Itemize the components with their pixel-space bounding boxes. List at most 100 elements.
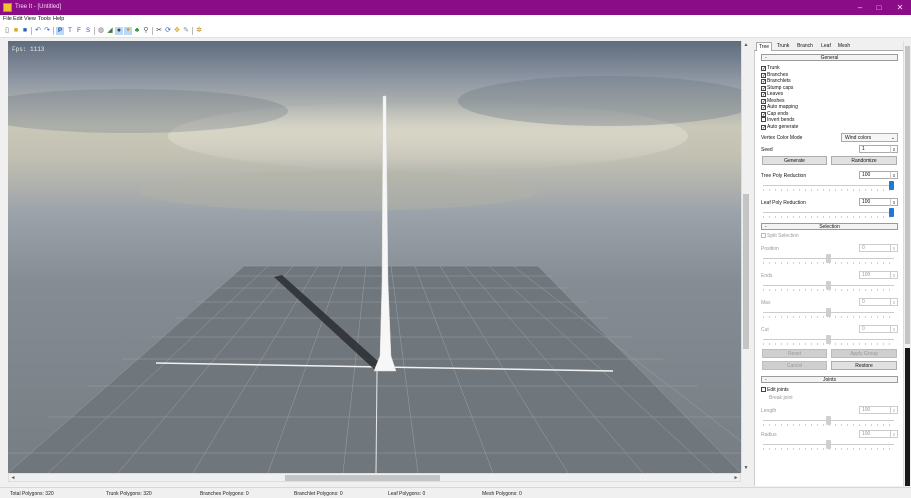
paint-icon[interactable]: ✎ xyxy=(182,27,190,35)
leaf-poly-reduction-spinbox[interactable]: 100 ⇕ xyxy=(859,198,898,206)
open-icon[interactable]: ■ xyxy=(12,27,20,35)
scroll-up-icon[interactable]: ▲ xyxy=(742,41,750,49)
menu-view[interactable]: View xyxy=(24,16,36,22)
invert-bends-checkbox[interactable]: Invert bends xyxy=(761,117,795,123)
checkbox-checked-icon[interactable]: ✓ xyxy=(761,72,766,78)
max-slider[interactable] xyxy=(763,308,894,318)
seed-spinbox[interactable]: 1 ⇕ xyxy=(859,145,898,153)
split-selection-checkbox[interactable]: Split Selection xyxy=(761,233,799,239)
ends-spinbox[interactable]: 100 ⇕ xyxy=(859,271,898,279)
slider-thumb[interactable] xyxy=(889,208,894,217)
selection-section-header[interactable]: - Selection xyxy=(761,223,898,230)
edit-joints-checkbox[interactable]: Edit joints xyxy=(761,387,789,393)
slider-thumb[interactable] xyxy=(826,416,831,425)
spinner-arrows-icon[interactable]: ⇕ xyxy=(890,299,897,306)
maximize-button[interactable]: □ xyxy=(870,2,888,13)
slider-thumb[interactable] xyxy=(826,254,831,263)
radius-slider[interactable] xyxy=(763,440,894,450)
render-sphere-icon[interactable]: ● xyxy=(115,27,123,35)
apply-group-button[interactable]: Apply Group xyxy=(831,349,897,358)
position-slider[interactable] xyxy=(763,254,894,264)
zoom-icon[interactable]: ⚲ xyxy=(142,27,150,35)
side-view-icon[interactable]: S xyxy=(84,27,92,35)
shading-icon[interactable]: ◢ xyxy=(106,27,114,35)
leaves-checkbox[interactable]: ✓Leaves xyxy=(761,91,783,98)
auto-generate-checkbox[interactable]: ✓Auto generate xyxy=(761,124,798,130)
spinner-arrows-icon[interactable]: ⇕ xyxy=(890,172,897,179)
checkbox-checked-icon[interactable]: ✓ xyxy=(761,124,766,130)
collapse-icon[interactable]: - xyxy=(765,55,767,61)
joints-section-header[interactable]: - Joints xyxy=(761,376,898,383)
restore-button[interactable]: Restore xyxy=(831,361,897,370)
tab-leaf[interactable]: Leaf xyxy=(819,42,833,51)
spinner-arrows-icon[interactable]: ⇕ xyxy=(890,146,897,153)
menu-help[interactable]: Help xyxy=(53,16,64,22)
spinner-arrows-icon[interactable]: ⇕ xyxy=(890,407,897,414)
checkbox-checked-icon[interactable]: ✓ xyxy=(761,98,766,104)
3d-viewport[interactable]: Fps: 1113 xyxy=(8,41,741,473)
spinner-arrows-icon[interactable]: ⇕ xyxy=(890,272,897,279)
spinner-arrows-icon[interactable]: ⇕ xyxy=(890,431,897,438)
slider-thumb[interactable] xyxy=(826,440,831,449)
max-spinbox[interactable]: 0 ⇕ xyxy=(859,298,898,306)
scroll-right-icon[interactable]: ► xyxy=(732,474,740,482)
redo-icon[interactable]: ↷ xyxy=(43,27,51,35)
scissors-icon[interactable]: ✂ xyxy=(155,27,163,35)
front-view-icon[interactable]: F xyxy=(75,27,83,35)
tab-branch[interactable]: Branch xyxy=(794,42,816,51)
checkbox-checked-icon[interactable]: ✓ xyxy=(761,92,766,98)
spinner-arrows-icon[interactable]: ⇕ xyxy=(890,245,897,252)
length-slider[interactable] xyxy=(763,416,894,426)
minimize-button[interactable]: – xyxy=(851,2,869,13)
checkbox-checked-icon[interactable]: ✓ xyxy=(761,111,766,117)
branchlets-checkbox[interactable]: ✓Branchlets xyxy=(761,78,791,85)
vertical-scroll-thumb[interactable] xyxy=(743,194,749,349)
menu-file[interactable]: File xyxy=(3,16,12,22)
menu-edit[interactable]: Edit xyxy=(13,16,22,22)
checkbox-unchecked-icon[interactable] xyxy=(761,117,766,122)
panel-scroll-thumb[interactable] xyxy=(905,348,910,486)
checkbox-unchecked-icon[interactable] xyxy=(761,387,766,392)
slider-thumb[interactable] xyxy=(826,281,831,290)
leaf-icon[interactable]: ♣ xyxy=(133,27,141,35)
slider-thumb[interactable] xyxy=(826,335,831,344)
cut-spinbox[interactable]: 0 ⇕ xyxy=(859,325,898,333)
generate-button[interactable]: Generate xyxy=(762,156,827,165)
rotate-icon[interactable]: ⟳ xyxy=(164,27,172,35)
perspective-view-icon[interactable]: P xyxy=(56,27,64,35)
spinner-arrows-icon[interactable]: ⇕ xyxy=(890,326,897,333)
save-icon[interactable]: ■ xyxy=(21,27,29,35)
menu-tools[interactable]: Tools xyxy=(38,16,51,22)
slider-thumb[interactable] xyxy=(889,181,894,190)
texture-icon[interactable]: ◍ xyxy=(97,27,105,35)
stump-caps-checkbox[interactable]: ✓Stump caps xyxy=(761,85,793,91)
length-spinbox[interactable]: 100 ⇕ xyxy=(859,406,898,414)
auto-mapping-checkbox[interactable]: ✓Auto mapping xyxy=(761,104,798,111)
checkbox-checked-icon[interactable]: ✓ xyxy=(761,79,766,85)
horizontal-scroll-thumb[interactable] xyxy=(285,475,440,481)
branches-checkbox[interactable]: ✓Branches xyxy=(761,72,788,78)
checkbox-unchecked-icon[interactable] xyxy=(761,233,766,238)
top-view-icon[interactable]: T xyxy=(66,27,74,35)
tree-icon[interactable]: ✲ xyxy=(195,27,203,35)
undo-icon[interactable]: ↶ xyxy=(34,27,42,35)
tree-poly-reduction-slider[interactable] xyxy=(763,181,894,191)
settings-icon[interactable]: ✥ xyxy=(173,27,181,35)
radius-spinbox[interactable]: 100 ⇕ xyxy=(859,430,898,438)
checkbox-checked-icon[interactable]: ✓ xyxy=(761,85,766,91)
viewport-vertical-scrollbar[interactable]: ▲ ▼ xyxy=(741,41,750,473)
general-section-header[interactable]: - General xyxy=(761,54,898,61)
close-button[interactable]: ✕ xyxy=(891,2,909,13)
checkbox-checked-icon[interactable]: ✓ xyxy=(761,105,766,111)
new-icon[interactable]: ▯ xyxy=(3,27,11,35)
collapse-icon[interactable]: - xyxy=(765,224,767,230)
ends-slider[interactable] xyxy=(763,281,894,291)
position-spinbox[interactable]: 0 ⇕ xyxy=(859,244,898,252)
tab-mesh[interactable]: Mesh xyxy=(836,42,852,51)
tab-tree[interactable]: Tree xyxy=(756,42,772,51)
cancel-button[interactable]: Cancel xyxy=(762,361,827,370)
leaf-poly-reduction-slider[interactable] xyxy=(763,208,894,218)
cap-ends-checkbox[interactable]: ✓Cap ends xyxy=(761,111,788,117)
scroll-down-icon[interactable]: ▼ xyxy=(742,464,750,472)
collapse-icon[interactable]: - xyxy=(765,377,767,383)
